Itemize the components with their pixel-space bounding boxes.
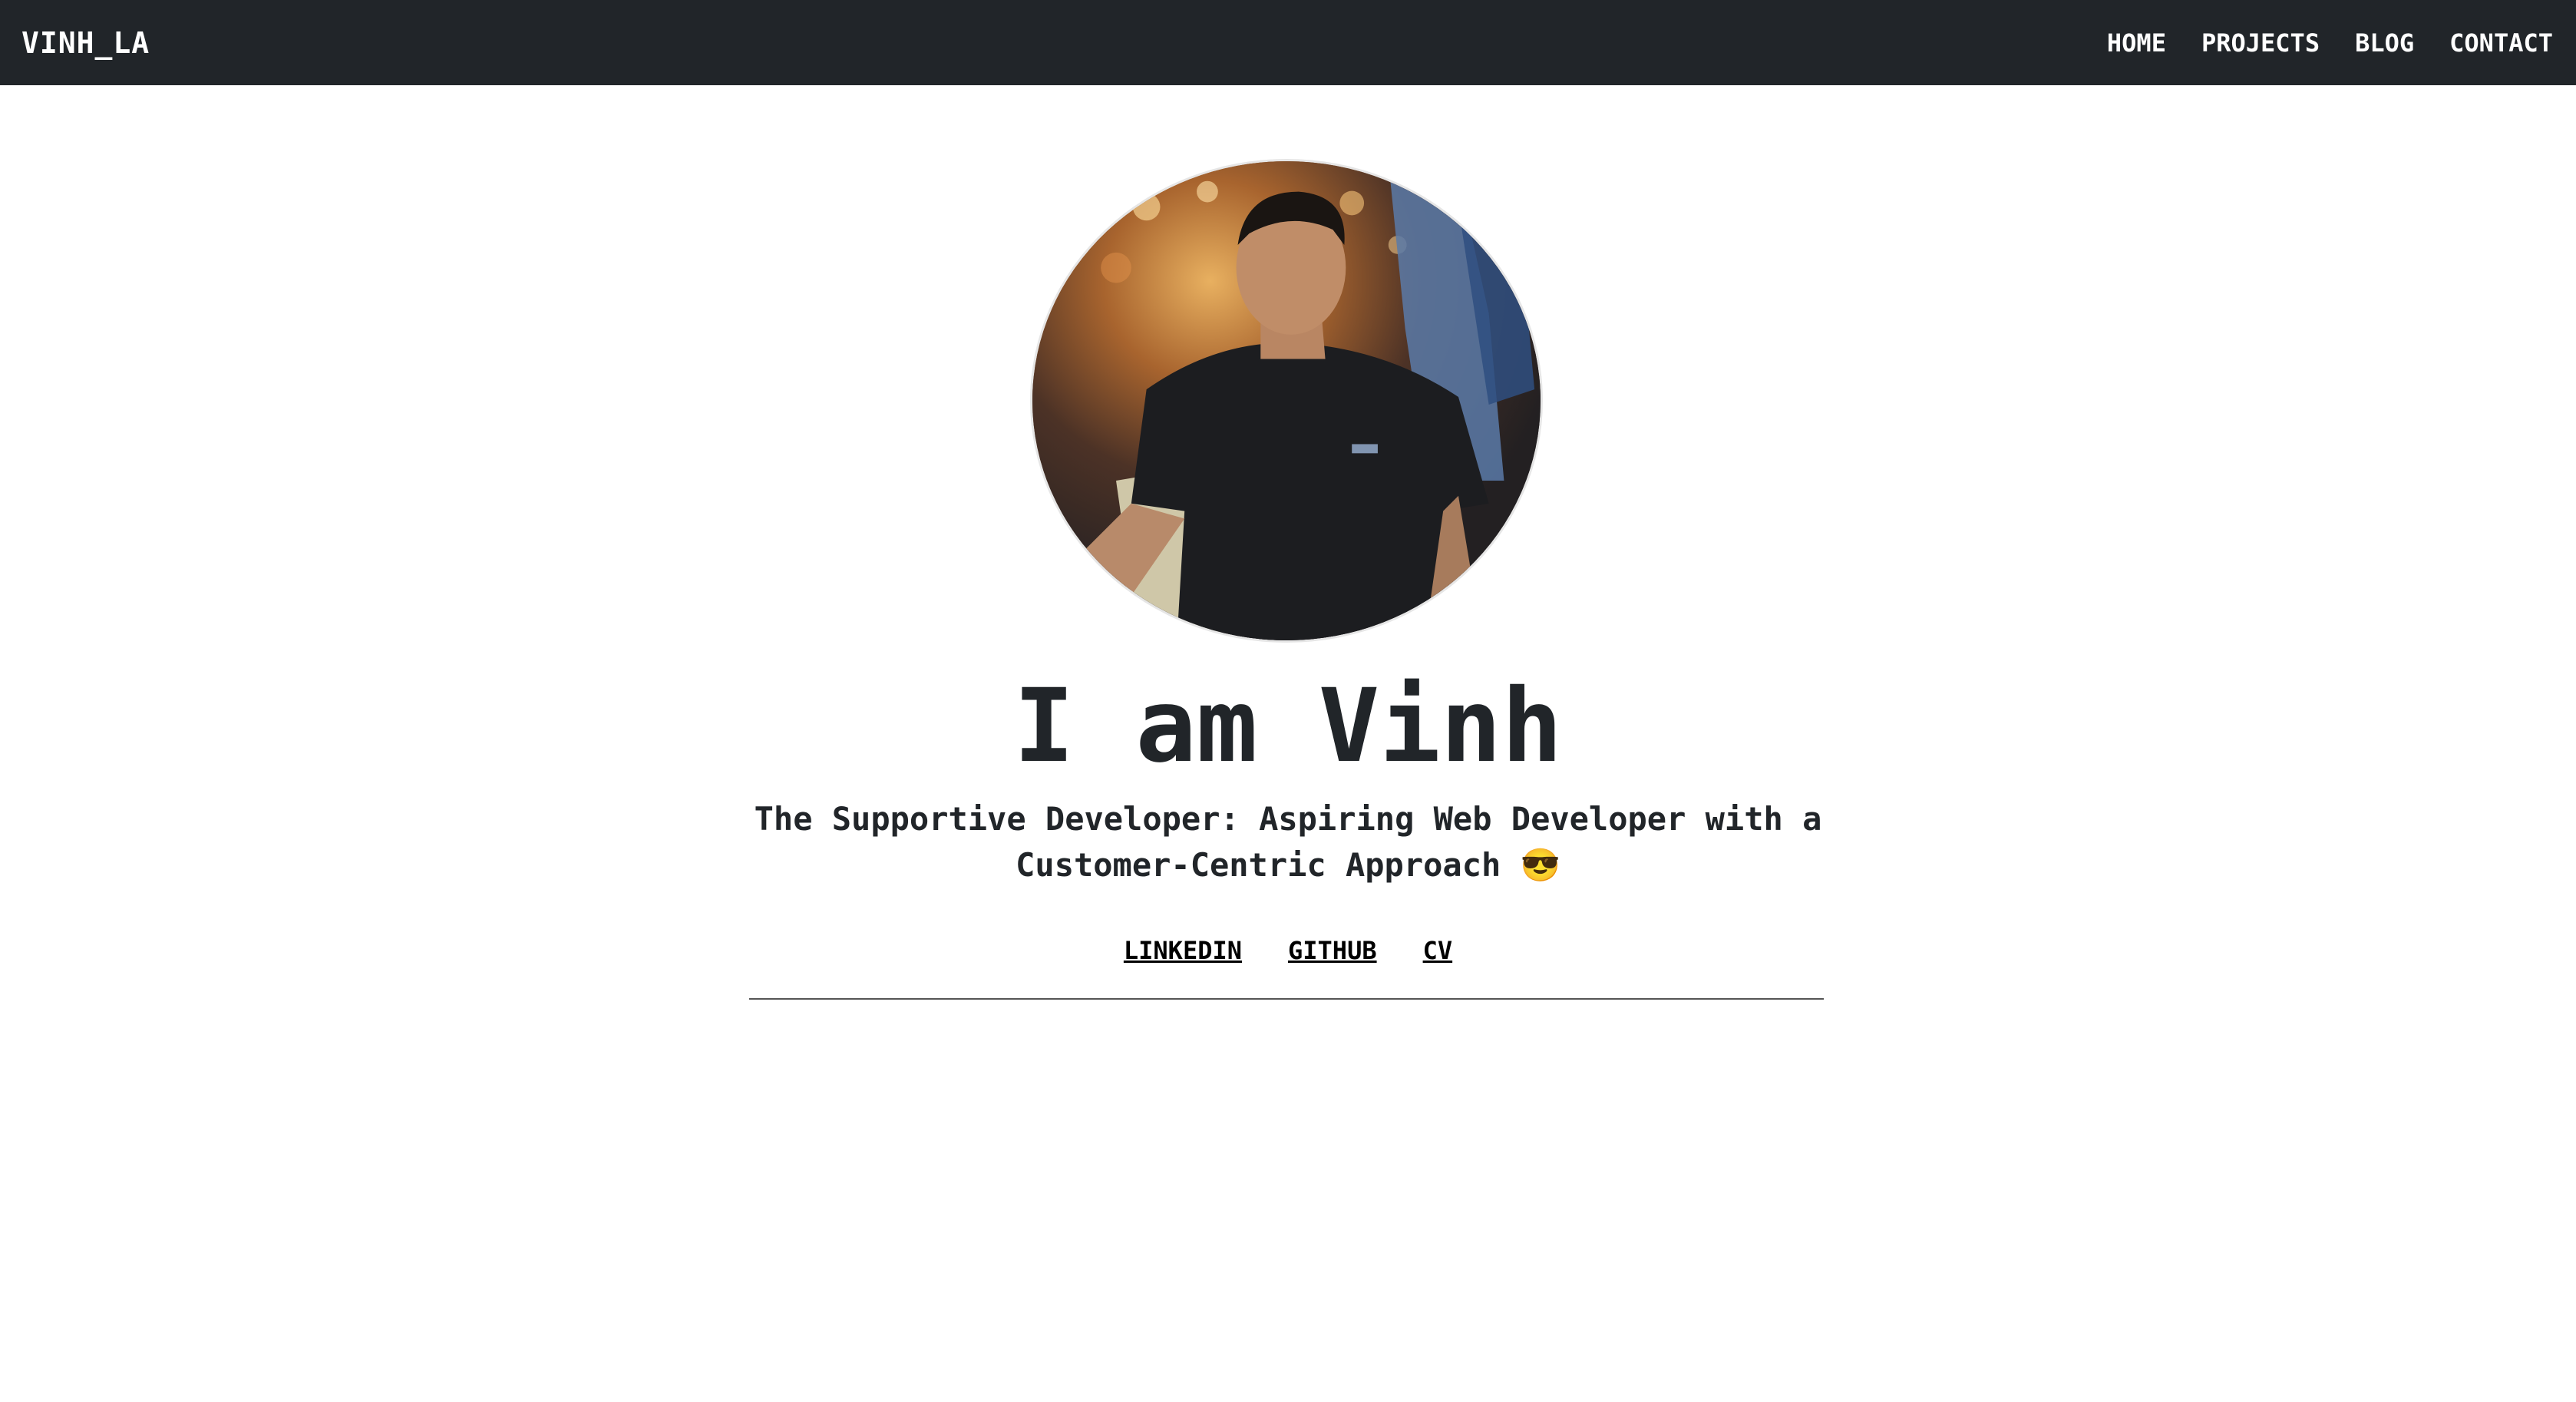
tagline-line-1: The Supportive Developer: Aspiring Web D… — [754, 800, 1822, 838]
navbar: VINH_LA HOME PROJECTS BLOG CONTACT — [0, 0, 2576, 85]
brand-logo[interactable]: VINH_LA — [21, 26, 150, 60]
tagline: The Supportive Developer: Aspiring Web D… — [737, 796, 1839, 888]
nav-link-blog[interactable]: BLOG — [2355, 28, 2414, 58]
cv-link[interactable]: CV — [1423, 936, 1453, 965]
nav-link-projects[interactable]: PROJECTS — [2201, 28, 2320, 58]
profile-photo — [1030, 159, 1543, 643]
social-links: LINKEDIN GITHUB CV — [0, 936, 2576, 965]
tagline-line-2: Customer-Centric Approach 😎 — [1016, 846, 1560, 884]
page-title: I am Vinh — [1013, 667, 1563, 785]
nav-links: HOME PROJECTS BLOG CONTACT — [2072, 28, 2553, 58]
profile-photo-illustration — [1032, 161, 1541, 640]
github-link[interactable]: GITHUB — [1288, 936, 1377, 965]
nav-link-home[interactable]: HOME — [2107, 28, 2166, 58]
nav-link-contact[interactable]: CONTACT — [2449, 28, 2553, 58]
linkedin-link[interactable]: LINKEDIN — [1124, 936, 1242, 965]
divider — [749, 998, 1824, 1000]
